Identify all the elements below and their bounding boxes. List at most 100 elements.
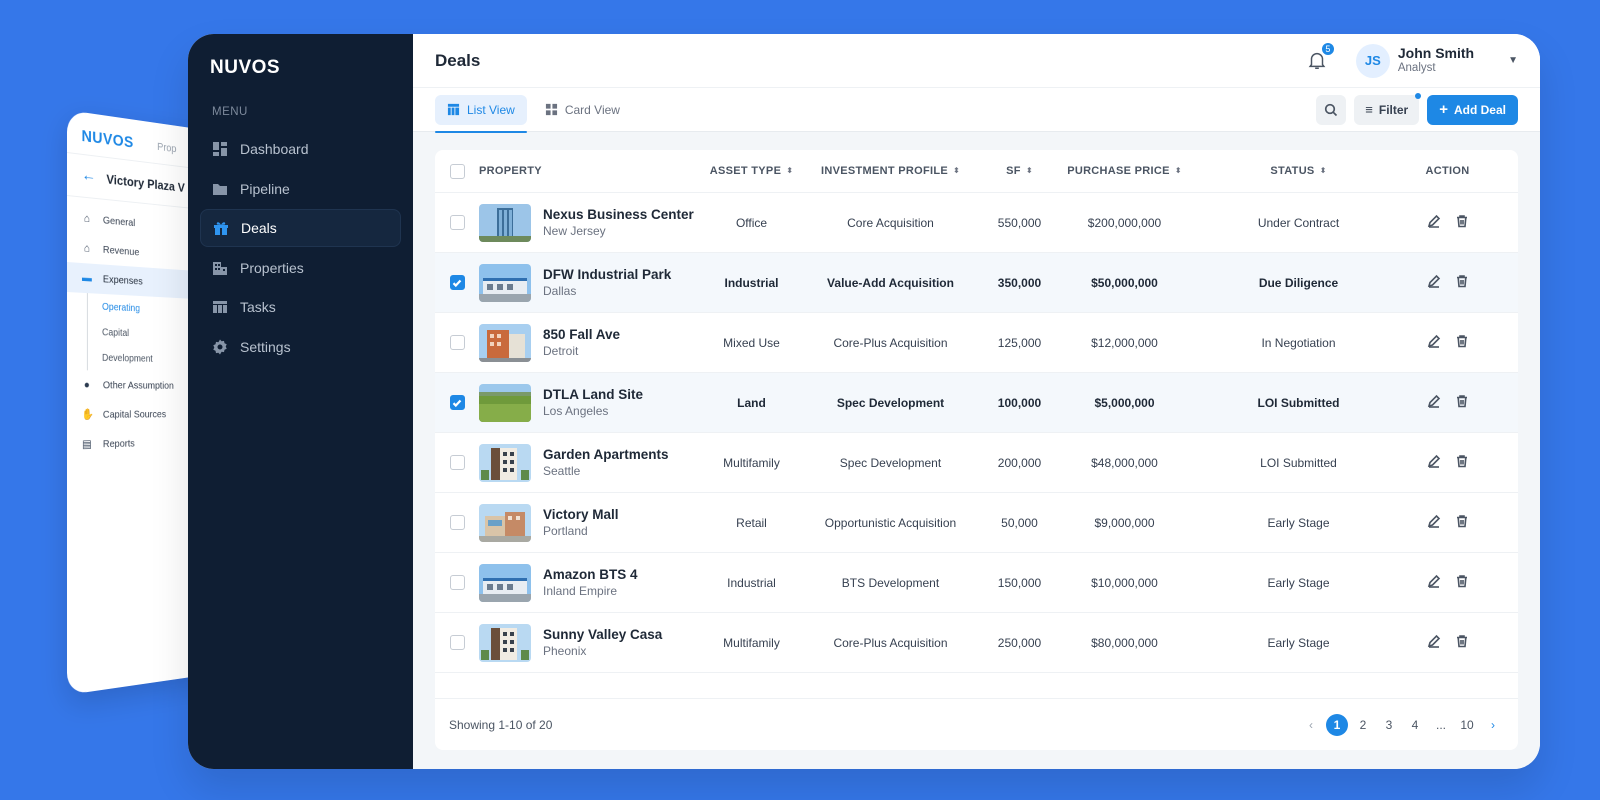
property-cell[interactable]: DFW Industrial Park Dallas <box>479 264 709 302</box>
trash-icon[interactable] <box>1455 514 1469 531</box>
sidebar-item-label: Pipeline <box>240 181 290 197</box>
property-city: Portland <box>543 523 619 539</box>
page-button[interactable]: 1 <box>1326 714 1348 736</box>
edit-icon[interactable] <box>1427 574 1441 591</box>
status-cell: Early Stage <box>1197 636 1400 650</box>
trash-icon[interactable] <box>1455 214 1469 231</box>
row-checkbox[interactable] <box>450 635 465 650</box>
secondary-nav-label: Revenue <box>103 244 139 258</box>
column-sf[interactable]: SF ⬍ <box>987 165 1052 177</box>
header-checkbox-cell <box>435 164 479 179</box>
pagination: ‹ 1 2 3 4... 10 › <box>1300 714 1504 736</box>
edit-icon[interactable] <box>1427 394 1441 411</box>
page-button[interactable]: 4 <box>1404 714 1426 736</box>
edit-icon[interactable] <box>1427 274 1441 291</box>
sidebar-item-properties[interactable]: Properties <box>200 249 401 287</box>
column-investment-profile[interactable]: INVESTMENT PROFILE ⬍ <box>794 165 987 177</box>
menu-section-label: MENU <box>200 106 401 118</box>
back-arrow-icon[interactable]: ← <box>82 167 96 186</box>
notifications-button[interactable]: 5 <box>1306 49 1330 73</box>
user-role: Analyst <box>1398 61 1474 76</box>
property-cell[interactable]: Nexus Business Center New Jersey <box>479 204 709 242</box>
table-icon <box>212 299 228 315</box>
row-checkbox[interactable] <box>450 515 465 530</box>
edit-icon[interactable] <box>1427 514 1441 531</box>
sort-icon: ⬍ <box>953 167 960 175</box>
add-deal-button[interactable]: + Add Deal <box>1427 95 1518 125</box>
property-city: Inland Empire <box>543 583 638 599</box>
bulb-icon: ● <box>82 379 93 391</box>
row-checkbox[interactable] <box>450 335 465 350</box>
avatar[interactable]: JS <box>1356 44 1390 78</box>
sidebar-item-dashboard[interactable]: Dashboard <box>200 130 401 168</box>
trash-icon[interactable] <box>1455 394 1469 411</box>
tab-list-view[interactable]: List View <box>435 95 527 125</box>
trash-icon[interactable] <box>1455 574 1469 591</box>
tab-card-view[interactable]: Card View <box>533 95 632 125</box>
page-button[interactable]: 3 <box>1378 714 1400 736</box>
page-button[interactable]: 10 <box>1456 714 1478 736</box>
filter-icon: ≡ <box>1365 105 1373 115</box>
property-cell[interactable]: Amazon BTS 4 Inland Empire <box>479 564 709 602</box>
table-row[interactable]: 850 Fall Ave Detroit Mixed Use Core-Plus Ac… <box>435 313 1518 373</box>
property-cell[interactable]: Victory Mall Portland <box>479 504 709 542</box>
property-cell[interactable]: Garden Apartments Seattle <box>479 444 709 482</box>
chevron-down-icon[interactable]: ▼ <box>1508 55 1518 66</box>
property-cell[interactable]: Sunny Valley Casa Pheonix <box>479 624 709 662</box>
table-row[interactable]: Victory Mall Portland Retail Opportunistic … <box>435 493 1518 553</box>
edit-icon[interactable] <box>1427 214 1441 231</box>
property-name: Nexus Business Center <box>543 206 694 223</box>
trash-icon[interactable] <box>1455 274 1469 291</box>
row-checkbox[interactable] <box>450 275 465 290</box>
action-cell <box>1400 334 1495 351</box>
table-row[interactable]: DFW Industrial Park Dallas Industrial Value… <box>435 253 1518 313</box>
chevron-right-icon[interactable]: › <box>1482 714 1504 736</box>
app-logo[interactable]: NUVOS <box>200 54 401 94</box>
sidebar-item-deals[interactable]: Deals <box>200 209 401 247</box>
investment-profile-cell: Spec Development <box>794 456 987 470</box>
row-checkbox[interactable] <box>450 215 465 230</box>
row-checkbox[interactable] <box>450 455 465 470</box>
trash-icon[interactable] <box>1455 454 1469 471</box>
page-button[interactable]: 2 <box>1352 714 1374 736</box>
table-row[interactable]: Amazon BTS 4 Inland Empire Industrial BTS D… <box>435 553 1518 613</box>
trash-icon[interactable] <box>1455 334 1469 351</box>
plus-icon: + <box>1439 104 1448 116</box>
asset-type-cell: Multifamily <box>709 456 794 470</box>
document-icon: ▤ <box>82 439 93 451</box>
edit-icon[interactable] <box>1427 634 1441 651</box>
sf-cell: 200,000 <box>987 456 1052 470</box>
investment-profile-cell: Core-Plus Acquisition <box>794 336 987 350</box>
sidebar-item-settings[interactable]: Settings <box>200 328 401 366</box>
asset-type-cell: Industrial <box>709 576 794 590</box>
top-bar: Deals 5 JS John Smith Analyst ▼ <box>413 34 1540 88</box>
sidebar-item-tasks[interactable]: Tasks <box>200 288 401 326</box>
property-name: DFW Industrial Park <box>543 266 671 283</box>
column-purchase-price[interactable]: PURCHASE PRICE ⬍ <box>1052 165 1197 177</box>
row-checkbox[interactable] <box>450 575 465 590</box>
filter-button[interactable]: ≡ Filter <box>1354 95 1419 125</box>
user-info[interactable]: John Smith Analyst <box>1398 45 1474 76</box>
toolbar-actions: ≡ Filter + Add Deal <box>1316 95 1518 125</box>
chevron-left-icon[interactable]: ‹ <box>1300 714 1322 736</box>
column-status[interactable]: STATUS ⬍ <box>1197 165 1400 177</box>
secondary-breadcrumb[interactable]: Prop <box>157 141 176 155</box>
row-checkbox[interactable] <box>450 395 465 410</box>
pagination-summary: Showing 1-10 of 20 <box>449 718 552 732</box>
search-button[interactable] <box>1316 95 1346 125</box>
property-cell[interactable]: 850 Fall Ave Detroit <box>479 324 709 362</box>
table-row[interactable]: Garden Apartments Seattle Multifamily Spec … <box>435 433 1518 493</box>
table-row[interactable]: DTLA Land Site Los Angeles Land Spec Develo… <box>435 373 1518 433</box>
edit-icon[interactable] <box>1427 454 1441 471</box>
property-city: Seattle <box>543 463 669 479</box>
property-name: DTLA Land Site <box>543 386 643 403</box>
trash-icon[interactable] <box>1455 634 1469 651</box>
property-cell[interactable]: DTLA Land Site Los Angeles <box>479 384 709 422</box>
table-row[interactable]: Sunny Valley Casa Pheonix Multifamily Core-… <box>435 613 1518 673</box>
table-row[interactable]: Nexus Business Center New Jersey Office Cor… <box>435 193 1518 253</box>
select-all-checkbox[interactable] <box>450 164 465 179</box>
edit-icon[interactable] <box>1427 334 1441 351</box>
column-asset-type[interactable]: ASSET TYPE ⬍ <box>709 165 794 177</box>
sidebar-item-pipeline[interactable]: Pipeline <box>200 170 401 208</box>
secondary-nav-label: Other Assumption <box>103 379 174 391</box>
